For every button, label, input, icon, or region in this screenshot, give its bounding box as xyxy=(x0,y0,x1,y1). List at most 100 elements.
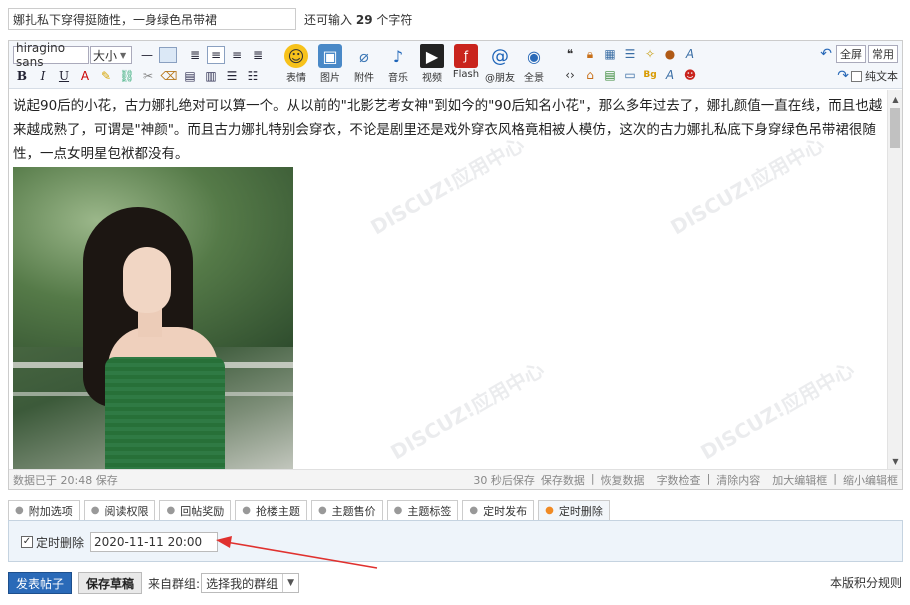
font-color-icon[interactable]: A xyxy=(76,67,94,85)
tab-label: 主题标签 xyxy=(407,504,452,518)
enlarge-editor-link[interactable]: 加大编辑框 xyxy=(772,472,827,488)
magic-icon[interactable]: ✧ xyxy=(641,45,659,63)
rules-link[interactable]: 本版积分规则 xyxy=(830,574,902,591)
font-style-icon[interactable]: A xyxy=(681,45,699,63)
shrink-editor-link[interactable]: 缩小编辑框 xyxy=(843,472,898,488)
editor-toolbar: hiragino sans 大小 ▼ — ≣ ≡ ≡ ≣ B I U A ✎ ⛓ … xyxy=(9,41,902,89)
mention-label: @朋友 xyxy=(485,73,515,84)
align-left-icon[interactable]: ≣ xyxy=(186,46,204,64)
mention-tool[interactable]: @ @朋友 xyxy=(483,44,517,85)
attach-tool[interactable]: ⌀ 附件 xyxy=(347,44,381,85)
tab-floor-grab[interactable]: ● 抢楼主题 xyxy=(235,500,307,520)
unlink-icon[interactable]: ✂ xyxy=(139,67,157,85)
right-tools: ↶ 全屏 常用 ↷ 纯文本 xyxy=(820,45,898,89)
scheduled-delete-checkbox[interactable]: ✓ xyxy=(21,536,33,548)
font-italic-icon[interactable]: A xyxy=(661,66,679,84)
tab-thread-price[interactable]: ● 主题售价 xyxy=(310,500,383,520)
post-photo xyxy=(13,167,293,470)
scroll-up-icon[interactable]: ▲ xyxy=(888,92,903,106)
lock-icon[interactable]: 🔒︎ xyxy=(581,45,599,63)
bullet-icon: ● xyxy=(15,505,24,516)
fullscreen-button[interactable]: 全屏 xyxy=(836,45,866,63)
publish-button[interactable]: 发表帖子 xyxy=(8,572,73,594)
emoji-tool[interactable]: ☺ 表情 xyxy=(279,44,313,84)
panorama-tool[interactable]: ◉ 全景 xyxy=(517,44,551,85)
float-left-icon[interactable]: ▤ xyxy=(181,67,199,85)
card-icon[interactable]: ▤ xyxy=(601,66,619,84)
paperclip-icon: ⌀ xyxy=(359,46,369,66)
qq-icon[interactable]: ☻ xyxy=(681,66,699,84)
image-tool[interactable]: ▣ 图片 xyxy=(313,44,347,84)
statusbar-actions: 30 秒后保存 保存数据 | 恢复数据 字数检查 | 清除内容 加大编辑框 | 缩小编… xyxy=(473,472,898,488)
from-group: 来自群组: 选择我的群组 ▼ xyxy=(148,573,300,593)
float-right-icon[interactable]: ▥ xyxy=(202,67,220,85)
flash-tool[interactable]: ƒ Flash xyxy=(449,44,483,84)
redo-icon[interactable]: ↷ xyxy=(837,68,849,84)
ordered-list-icon[interactable]: ☰ xyxy=(223,67,241,85)
save-data-link[interactable]: 保存数据 xyxy=(541,472,585,488)
restore-data-link[interactable]: 恢复数据 xyxy=(601,472,645,488)
hr-icon[interactable]: — xyxy=(138,46,156,64)
video-tool[interactable]: ▶ 视频 xyxy=(415,44,449,84)
link-icon[interactable]: ⛓ xyxy=(118,67,136,85)
bullet-icon: ● xyxy=(545,505,554,516)
size-select[interactable]: 大小 ▼ xyxy=(90,46,132,64)
hide-icon[interactable]: ⌂ xyxy=(581,66,599,84)
tab-extra-options[interactable]: ● 附加选项 xyxy=(8,500,80,520)
quote-icon[interactable]: ❝ xyxy=(561,45,579,63)
char-count-suffix: 个字符 xyxy=(376,12,413,27)
group-select[interactable]: 选择我的群组 ▼ xyxy=(201,573,300,593)
video-label: 视频 xyxy=(422,73,442,84)
saved-status: 数据已于 20:48 保存 xyxy=(13,473,118,487)
editor-scrollbar[interactable]: ▲ ▼ xyxy=(887,90,902,470)
clear-content-link[interactable]: 清除内容 xyxy=(716,472,760,488)
align-right-icon[interactable]: ≡ xyxy=(228,46,246,64)
bg-icon[interactable]: Bg xyxy=(641,66,659,84)
highlight-icon[interactable]: ✎ xyxy=(97,67,115,85)
align-center-icon[interactable]: ≡ xyxy=(207,46,225,64)
chevron-down-icon: ▼ xyxy=(282,574,298,592)
list-icon[interactable]: ☰ xyxy=(621,45,639,63)
underline-icon[interactable]: U xyxy=(55,67,73,85)
tab-thread-tags[interactable]: ● 主题标签 xyxy=(386,500,459,520)
clear-format-icon[interactable]: ⌫ xyxy=(160,67,178,85)
font-select[interactable]: hiragino sans xyxy=(13,41,89,69)
plain-text-checkbox[interactable] xyxy=(851,70,862,82)
tab-read-permission[interactable]: ● 阅读权限 xyxy=(83,500,156,520)
annotation-arrow xyxy=(216,536,378,569)
title-input[interactable]: 娜扎私下穿得挺随性，一身绿色吊带裙 xyxy=(8,8,296,30)
at-icon: @ xyxy=(491,45,509,67)
tab-reply-reward[interactable]: ● 回帖奖励 xyxy=(159,500,232,520)
bgcolor-icon[interactable] xyxy=(159,47,177,63)
toolbar-row-1: hiragino sans 大小 ▼ — ≣ ≡ ≡ ≣ xyxy=(13,41,270,69)
table-icon[interactable]: ▦ xyxy=(601,45,619,63)
page-icon[interactable]: ▭ xyxy=(621,66,639,84)
italic-icon[interactable]: I xyxy=(34,67,52,85)
editor-content[interactable]: 说起90后的小花，古力娜扎绝对可以算一个。从以前的"北影艺考女神"到如今的"90… xyxy=(9,90,889,470)
undo-icon[interactable]: ↶ xyxy=(820,46,832,62)
music-tool[interactable]: ♪ 音乐 xyxy=(381,44,415,85)
tab-scheduled-delete[interactable]: ● 定时删除 xyxy=(538,500,610,520)
photo-face xyxy=(123,247,171,313)
coin-icon[interactable]: ● xyxy=(661,45,679,63)
bold-icon[interactable]: B xyxy=(13,67,31,85)
code-icon[interactable]: ‹› xyxy=(561,66,579,84)
save-draft-button[interactable]: 保存草稿 xyxy=(78,572,143,594)
scroll-down-icon[interactable]: ▼ xyxy=(888,454,903,468)
tab-scheduled-publish[interactable]: ● 定时发布 xyxy=(462,500,535,520)
align-justify-icon[interactable]: ≣ xyxy=(249,46,267,64)
scroll-thumb[interactable] xyxy=(890,108,900,148)
common-button[interactable]: 常用 xyxy=(868,45,898,63)
panorama-label: 全景 xyxy=(524,73,544,84)
word-check-link[interactable]: 字数检查 xyxy=(657,472,701,488)
editor: hiragino sans 大小 ▼ — ≣ ≡ ≡ ≣ B I U A ✎ ⛓ … xyxy=(8,40,903,490)
char-count-prefix: 还可输入 xyxy=(304,12,353,27)
bullet-icon: ● xyxy=(242,505,251,516)
bullet-icon: ● xyxy=(166,505,176,516)
delete-datetime-input[interactable]: 2020-11-11 20:00 xyxy=(90,532,219,552)
emoji-label: 表情 xyxy=(286,73,306,84)
unordered-list-icon[interactable]: ☷ xyxy=(244,67,262,85)
autosave-countdown: 30 秒后保存 xyxy=(473,473,535,487)
separator: | xyxy=(706,471,711,485)
char-count-number: 29 xyxy=(355,12,373,27)
